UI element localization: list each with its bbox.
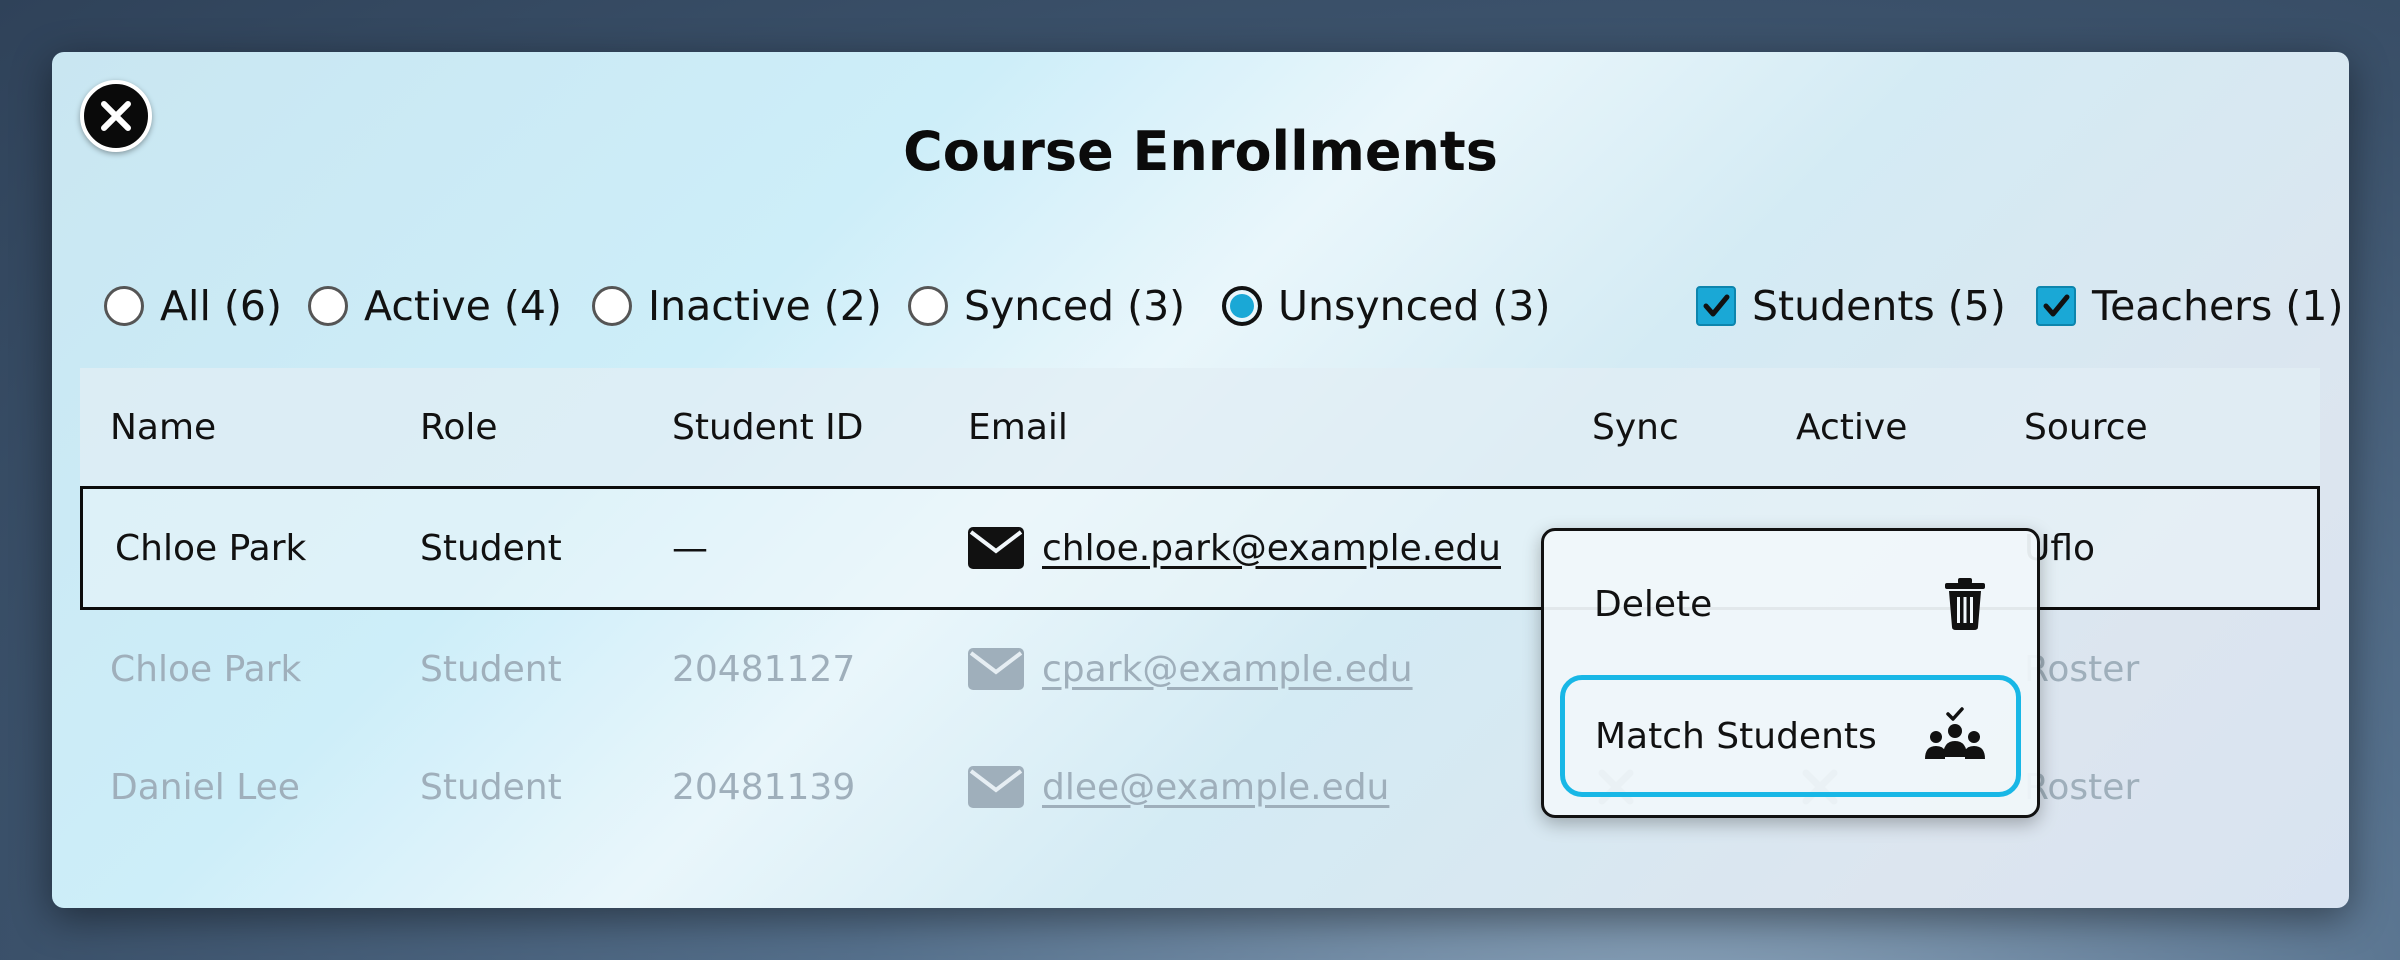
radio-button[interactable] [592, 286, 632, 326]
cell-name: Daniel Lee [110, 766, 300, 808]
column-header-student-id[interactable]: Student ID [672, 368, 864, 486]
delete-menu-item[interactable]: Delete [1560, 543, 2021, 665]
cell-email: cpark@example.edu [968, 610, 1413, 728]
column-header-sync[interactable]: Sync [1592, 368, 1679, 486]
filter-label: Teachers (1) [2092, 282, 2344, 330]
envelope-icon [968, 766, 1024, 808]
column-header-role[interactable]: Role [420, 368, 498, 486]
radio-button[interactable] [908, 286, 948, 326]
cell-email: chloe.park@example.edu [968, 489, 1501, 607]
match-students-icon [1925, 707, 1985, 759]
radio-button[interactable] [104, 286, 144, 326]
row-context-menu: Delete Match Students [1541, 528, 2040, 818]
cell-student-id: — [672, 527, 708, 569]
email-link[interactable]: cpark@example.edu [1042, 649, 1413, 690]
column-header-name[interactable]: Name [110, 368, 216, 486]
email-link[interactable]: dlee@example.edu [1042, 767, 1389, 808]
checkmark-icon [1703, 294, 1730, 317]
email-link[interactable]: chloe.park@example.edu [1042, 528, 1501, 569]
filter-inactive-radio[interactable]: Inactive (2) [592, 276, 882, 336]
cell-name: Chloe Park [110, 648, 302, 690]
envelope-icon [968, 648, 1024, 690]
column-header-email[interactable]: Email [968, 368, 1068, 486]
filter-label: Students (5) [1752, 282, 2006, 330]
column-header-source[interactable]: Source [2024, 368, 2148, 486]
checkbox-checked[interactable] [1696, 286, 1736, 326]
dialog-title: Course Enrollments [903, 120, 1498, 183]
filter-label: Inactive (2) [648, 282, 882, 330]
filter-synced-radio[interactable]: Synced (3) [908, 276, 1185, 336]
cell-role: Student [420, 648, 562, 690]
column-header-active[interactable]: Active [1796, 368, 1907, 486]
filter-label: Synced (3) [964, 282, 1186, 330]
filter-active-radio[interactable]: Active (4) [308, 276, 562, 336]
filter-bar: All (6) Active (4) Inactive (2) Synced (… [104, 276, 2344, 336]
cell-source: Roster [2024, 648, 2140, 690]
checkbox-checked[interactable] [2036, 286, 2076, 326]
cell-student-id: 20481127 [672, 648, 856, 690]
cell-student-id: 20481139 [672, 766, 856, 808]
filter-label: Active (4) [364, 282, 562, 330]
filter-teachers-checkbox[interactable]: Teachers (1) [2036, 276, 2344, 336]
cell-source: Roster [2024, 766, 2140, 808]
cell-role: Student [420, 527, 562, 569]
filter-students-checkbox[interactable]: Students (5) [1696, 276, 2006, 336]
filter-label: Unsynced (3) [1278, 282, 1551, 330]
checkmark-icon [2043, 294, 2070, 317]
filter-unsynced-radio[interactable]: Unsynced (3) [1222, 276, 1551, 336]
table-header: Name Role Student ID Email Sync Active S… [80, 368, 2320, 486]
filter-label: All (6) [160, 282, 282, 330]
course-enrollments-dialog: Course Enrollments All (6) Active (4) In… [52, 52, 2349, 908]
envelope-icon [968, 527, 1024, 569]
radio-button-selected[interactable] [1222, 286, 1262, 326]
match-students-menu-item[interactable]: Match Students [1560, 675, 2021, 797]
cell-name: Chloe Park [115, 527, 307, 569]
menu-item-label: Match Students [1595, 715, 1877, 757]
trash-icon [1945, 578, 1985, 630]
filter-all-radio[interactable]: All (6) [104, 276, 282, 336]
radio-button[interactable] [308, 286, 348, 326]
cell-role: Student [420, 766, 562, 808]
cell-email: dlee@example.edu [968, 728, 1389, 846]
menu-item-label: Delete [1594, 583, 1713, 625]
